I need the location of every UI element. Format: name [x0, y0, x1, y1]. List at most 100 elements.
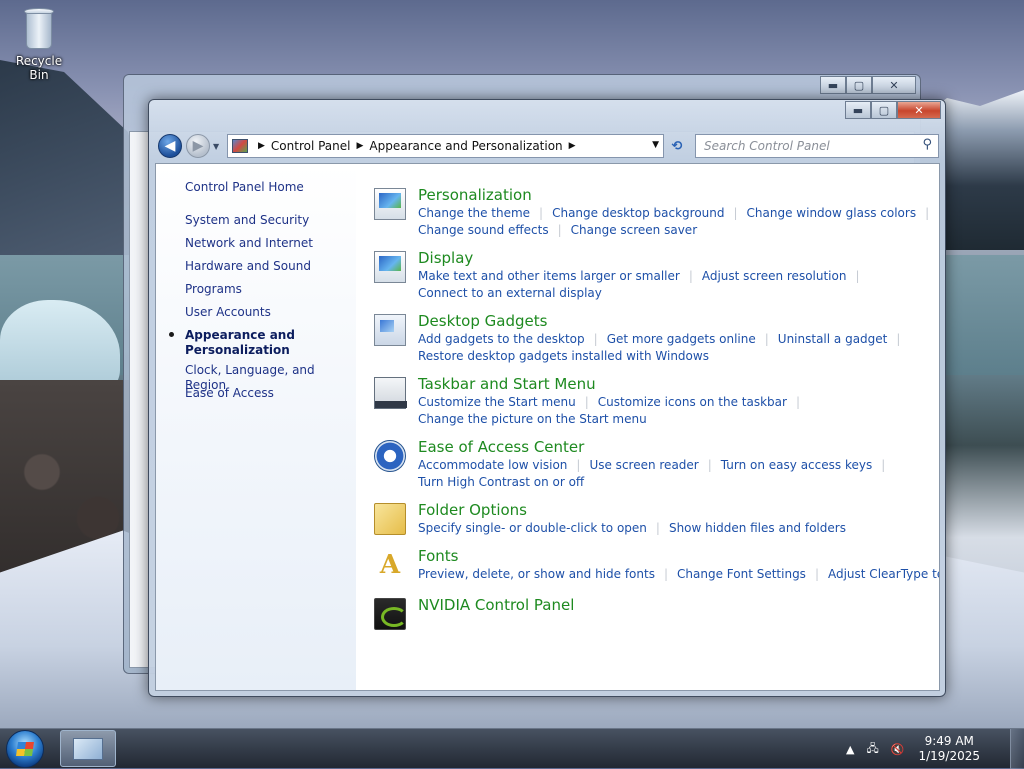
nav-control-panel-home[interactable]: Control Panel Home [185, 180, 304, 195]
category-title[interactable]: Personalization [418, 186, 532, 204]
divider: | [655, 521, 660, 535]
network-icon[interactable]: 🖧 [867, 740, 879, 759]
link-connect-external-display[interactable]: Connect to an external display [418, 286, 602, 300]
chevron-right-icon[interactable]: ▶ [258, 141, 265, 151]
nav-appearance-line-1: Appearance and [185, 328, 295, 342]
link-high-contrast[interactable]: Turn High Contrast on or off [418, 475, 584, 489]
nav-appearance-and-personalization[interactable]: Appearance and Personalization [185, 328, 295, 358]
divider: | [584, 395, 589, 409]
link-preview-fonts[interactable]: Preview, delete, or show and hide fonts [418, 567, 655, 581]
link-change-font-settings[interactable]: Change Font Settings [677, 567, 806, 581]
nav-ease-of-access[interactable]: Ease of Access [185, 386, 274, 401]
link-change-start-picture[interactable]: Change the picture on the Start menu [418, 412, 647, 426]
link-change-desktop-background[interactable]: Change desktop background [552, 206, 724, 220]
link-customize-start-menu[interactable]: Customize the Start menu [418, 395, 576, 409]
category-title[interactable]: Fonts [418, 547, 458, 565]
link-add-gadgets[interactable]: Add gadgets to the desktop [418, 332, 585, 346]
control-panel-icon [232, 139, 248, 153]
link-adjust-cleartype[interactable]: Adjust ClearType text [828, 567, 939, 581]
divider: | [576, 458, 581, 472]
divider: | [557, 223, 562, 237]
link-row: Change sound effects | Change screen save… [418, 223, 697, 237]
breadcrumb-appearance[interactable]: Appearance and Personalization [369, 139, 562, 153]
link-uninstall-gadget[interactable]: Uninstall a gadget [778, 332, 888, 346]
search-icon[interactable]: ⚲ [922, 137, 932, 152]
divider: | [814, 567, 819, 581]
link-change-sound-effects[interactable]: Change sound effects [418, 223, 549, 237]
maximize-button[interactable]: ▢ [871, 101, 897, 119]
link-change-theme[interactable]: Change the theme [418, 206, 530, 220]
ease-of-access-icon[interactable] [374, 440, 406, 472]
category-title[interactable]: Taskbar and Start Menu [418, 375, 596, 393]
link-use-screen-reader[interactable]: Use screen reader [589, 458, 698, 472]
link-change-window-glass-colors[interactable]: Change window glass colors [747, 206, 917, 220]
divider: | [925, 206, 930, 220]
show-desktop-button[interactable] [1010, 729, 1024, 769]
search-input[interactable]: Search Control Panel ⚲ [695, 134, 939, 158]
category-title[interactable]: NVIDIA Control Panel [418, 596, 574, 614]
nav-hardware-and-sound[interactable]: Hardware and Sound [185, 259, 311, 274]
link-accommodate-low-vision[interactable]: Accommodate low vision [418, 458, 567, 472]
recent-pages-dropdown[interactable]: ▼ [213, 142, 219, 151]
link-single-double-click[interactable]: Specify single- or double-click to open [418, 521, 647, 535]
address-dropdown-icon[interactable]: ▼ [652, 140, 659, 150]
close-button[interactable]: ✕ [897, 101, 941, 119]
category-title[interactable]: Ease of Access Center [418, 438, 584, 456]
search-placeholder: Search Control Panel [704, 139, 830, 153]
fonts-icon[interactable]: A [374, 549, 406, 581]
start-button[interactable] [6, 730, 44, 768]
link-customize-taskbar-icons[interactable]: Customize icons on the taskbar [598, 395, 787, 409]
control-panel-icon [73, 737, 103, 760]
minimize-button[interactable]: ▬ [845, 101, 871, 119]
folder-icon[interactable] [374, 503, 406, 535]
clock[interactable]: 9:49 AM 1/19/2025 [918, 734, 980, 764]
windows-logo-icon [16, 742, 34, 756]
recycle-bin-label: Recycle Bin [15, 54, 63, 82]
monitor-icon[interactable] [374, 188, 406, 220]
chevron-right-icon[interactable]: ▶ [357, 141, 364, 151]
forward-button[interactable]: ▶ [186, 134, 210, 158]
taskbar-icon[interactable] [374, 377, 407, 409]
volume-muted-icon[interactable]: 🔇 [891, 743, 905, 756]
recycle-bin[interactable]: Recycle Bin [6, 6, 72, 82]
close-icon[interactable]: ✕ [872, 76, 916, 94]
link-row: Connect to an external display [418, 286, 602, 300]
category-list: Personalization Change the theme | Change… [356, 164, 939, 690]
breadcrumb-control-panel[interactable]: Control Panel [271, 139, 351, 153]
show-hidden-icons-icon[interactable]: ▲ [846, 743, 854, 756]
divider: | [881, 458, 886, 472]
divider: | [663, 567, 669, 581]
link-turn-on-access-keys[interactable]: Turn on easy access keys [721, 458, 872, 472]
maximize-icon[interactable]: ▢ [846, 76, 872, 94]
link-change-screen-saver[interactable]: Change screen saver [571, 223, 698, 237]
divider: | [593, 332, 598, 346]
address-bar[interactable]: ▶ Control Panel ▶ Appearance and Persona… [227, 134, 664, 158]
gadgets-icon[interactable] [374, 314, 406, 346]
taskbar-control-panel-button[interactable] [60, 730, 116, 767]
taskbar: ▲ 🖧 🔇 9:49 AM 1/19/2025 [0, 728, 1024, 769]
refresh-button[interactable]: ⟲ [667, 136, 687, 156]
link-show-hidden-files[interactable]: Show hidden files and folders [669, 521, 846, 535]
control-panel-window[interactable]: ▬ ▢ ✕ ◀ ▶ ▼ ▶ Control Panel ▶ Appearance… [148, 99, 946, 697]
divider: | [855, 269, 860, 283]
nav-network-and-internet[interactable]: Network and Internet [185, 236, 313, 251]
minimize-icon[interactable]: ▬ [820, 76, 846, 94]
nav-system-and-security[interactable]: System and Security [185, 213, 309, 228]
chevron-right-icon[interactable]: ▶ [569, 141, 576, 151]
clock-date: 1/19/2025 [918, 749, 980, 763]
category-title[interactable]: Folder Options [418, 501, 527, 519]
display-icon[interactable] [374, 251, 406, 283]
nav-user-accounts[interactable]: User Accounts [185, 305, 271, 320]
category-title[interactable]: Desktop Gadgets [418, 312, 547, 330]
link-adjust-screen-resolution[interactable]: Adjust screen resolution [702, 269, 847, 283]
link-restore-gadgets[interactable]: Restore desktop gadgets installed with W… [418, 349, 709, 363]
link-row: Make text and other items larger or smal… [418, 269, 869, 283]
category-title[interactable]: Display [418, 249, 473, 267]
nav-programs[interactable]: Programs [185, 282, 242, 297]
back-button[interactable]: ◀ [158, 134, 182, 158]
link-make-text-larger[interactable]: Make text and other items larger or smal… [418, 269, 680, 283]
nvidia-icon[interactable] [374, 598, 407, 630]
link-get-more-gadgets[interactable]: Get more gadgets online [607, 332, 756, 346]
window-controls: ▬ ▢ ✕ [845, 101, 941, 119]
divider: | [733, 206, 738, 220]
